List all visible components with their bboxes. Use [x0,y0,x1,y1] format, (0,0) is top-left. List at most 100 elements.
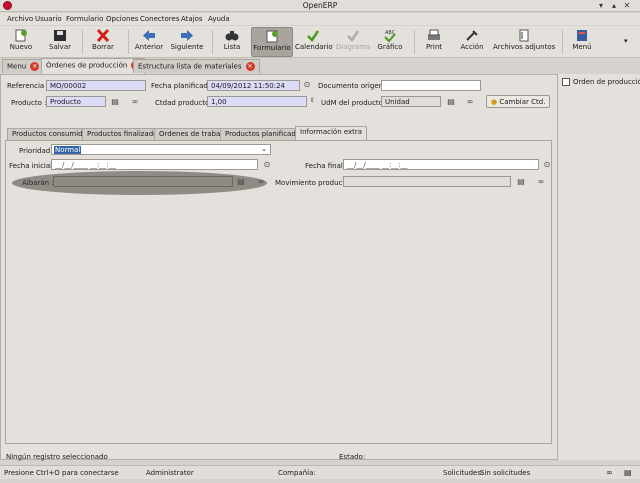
connect-hint: Presione Ctrl+O para conectarse [4,469,119,477]
menu-opciones[interactable]: Opciones [106,15,138,23]
producto-label: Producto : [11,99,47,107]
maximize-icon[interactable]: ▴ [609,1,619,11]
arrow-left-icon [143,30,155,41]
paperclip-icon [519,29,529,42]
print-report-icon [562,78,570,86]
graph-icon: ABC [384,30,396,42]
calendar-view-button[interactable]: Calendario [295,27,333,57]
fecha-planificada-field[interactable]: 04/09/2012 11:50:24 [207,80,300,91]
open-udm-icon[interactable]: ▤ [446,97,456,107]
producto-field[interactable]: Producto [46,96,106,107]
close-tab-icon[interactable]: ✕ [30,62,40,71]
open-albaran-icon[interactable]: ▤ [236,177,246,187]
toolbar: Nuevo Salvar Borrar Anterior Siguiente L… [0,26,640,58]
form-view-button[interactable]: Formulario [251,27,293,57]
tab-estructura-lista[interactable]: Estructura lista de materiales ✕ [133,59,260,73]
requests-label: Solicitudes: [443,469,484,477]
menu-usuario[interactable]: Usuario [35,15,62,23]
ctdad-producto-label: Ctdad producto : [155,99,214,107]
open-movimiento-icon[interactable]: ▤ [516,177,526,187]
window-title: OpenERP [302,1,338,10]
movimiento-producto-field[interactable] [343,176,511,187]
udm-label: UdM del producto : [321,99,388,107]
print-button[interactable]: Print [422,27,446,57]
menu-ayuda[interactable]: Ayuda [208,15,230,23]
user-name: Administrator [146,469,194,477]
check-icon [307,30,320,42]
menu-atajos[interactable]: Atajos [181,15,203,23]
save-disk-icon [54,30,66,41]
form-icon [266,30,278,43]
estado-label: Estado: [339,453,366,461]
next-button[interactable]: Siguiente [170,27,204,57]
new-doc-icon [15,29,27,42]
search-binoculars-icon[interactable]: ∞ [130,97,140,107]
cambiar-icon: ● [491,98,498,106]
requests-value: Sin solicitudes [480,469,531,477]
tab-informacion-extra[interactable]: Información extra [295,126,368,140]
albaran-field[interactable] [53,176,233,187]
udm-field[interactable]: Unidad [381,96,441,107]
tab-ordenes-produccion[interactable]: Órdenes de producción✕ [41,58,146,74]
search-albaran-icon[interactable]: ∞ [256,177,266,187]
arrow-right-icon [181,30,193,41]
company-label: Compañía: [278,469,316,477]
cambiar-ctd-button[interactable]: ● Cambiar Ctd. [486,95,551,108]
list-view-button[interactable]: Lista [220,27,244,57]
action-button[interactable]: Acción [457,27,487,57]
new-button[interactable]: Nuevo [8,27,34,57]
minimize-icon[interactable]: ▾ [596,1,606,11]
delete-button[interactable]: Borrar [88,27,118,57]
toolbar-separator [128,30,129,54]
menu-button[interactable]: Menú [568,27,596,57]
diagram-view-button[interactable]: Diagrama [334,27,372,57]
toolbar-separator [562,30,563,54]
search-requests-icon[interactable]: ∞ [606,468,613,477]
attachments-button[interactable]: Archivos adjuntos [493,27,555,57]
calendar-picker-icon[interactable]: ⊙ [302,80,312,90]
documento-origen-field[interactable] [381,80,481,91]
refresh-requests-icon[interactable]: ▤ [624,468,632,477]
menu-conectores[interactable]: Conectores [140,15,179,23]
tab-bar: Menu✕ Órdenes de producción✕ Estructura … [0,58,640,74]
graph-view-button[interactable]: ABC Gráfico [375,27,405,57]
tab-menu[interactable]: Menu ✕ [2,59,45,73]
printer-icon [428,29,440,40]
menu-formulario[interactable]: Formulario [66,15,103,23]
toolbar-separator [414,30,415,54]
orden-produccion-report-button[interactable]: Orden de producción [562,78,640,86]
toolbar-overflow-icon[interactable]: ▾ [624,37,628,45]
fecha-final-label: Fecha final : [305,162,348,170]
close-tab-icon[interactable]: ✕ [245,62,255,71]
fecha-inicial-label: Fecha inicial : [9,162,57,170]
search-udm-icon[interactable]: ∞ [465,97,475,107]
calendar-picker-icon[interactable]: ⊙ [542,160,552,170]
side-actions-panel: Orden de producción [558,74,640,460]
title-bar: OpenERP ▾ ▴ ✕ [0,0,640,12]
calendar-picker-icon[interactable]: ⊙ [262,160,272,170]
delete-x-icon [96,29,110,42]
open-record-icon[interactable]: ▤ [110,97,120,107]
save-button[interactable]: Salvar [46,27,74,57]
referencia-field[interactable]: MO/00002 [46,80,146,91]
action-gear-icon [466,30,478,41]
record-status-text: Ningún registro seleccionado [6,453,108,461]
chevron-down-icon: ⌄ [261,145,267,153]
fecha-inicial-field[interactable]: __/__/____ __:__:__ [51,159,258,170]
menu-bar: Archivo Usuario Formulario Opciones Cone… [0,13,640,25]
diagram-icon [347,30,360,42]
spin-arrows-icon[interactable]: ⇕ [307,96,317,106]
connection-status-bar: Presione Ctrl+O para conectarse Administ… [0,465,640,479]
documento-origen-label: Documento origen : [318,82,388,90]
previous-button[interactable]: Anterior [133,27,165,57]
ctdad-producto-field[interactable]: 1,00 [207,96,307,107]
prioridad-select[interactable]: Normal ⌄ [51,144,271,155]
close-window-icon[interactable]: ✕ [622,1,632,11]
search-movimiento-icon[interactable]: ∞ [536,177,546,187]
toolbar-separator [82,30,83,54]
menu-archivo[interactable]: Archivo [7,15,33,23]
toolbar-separator [212,30,213,54]
menu-book-icon [577,30,587,41]
prioridad-label: Prioridad : [19,147,55,155]
fecha-final-field[interactable]: __/__/____ __:__:__ [343,159,539,170]
